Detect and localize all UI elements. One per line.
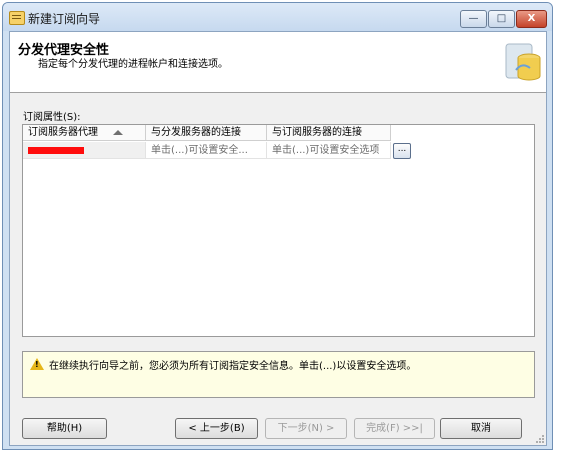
wizard-header: 分发代理安全性 指定每个分发代理的进程帐户和连接选项。 — [10, 32, 546, 93]
title-bar[interactable]: 新建订阅向导 — □ X — [3, 3, 552, 31]
close-button[interactable]: X — [516, 10, 547, 28]
subscription-properties-grid[interactable]: 订阅服务器代理 与分发服务器的连接 与订阅服务器的连接 单击(...)可设置安全… — [22, 124, 535, 337]
minimize-button[interactable]: — — [460, 10, 487, 28]
wizard-client-area: 分发代理安全性 指定每个分发代理的进程帐户和连接选项。 订阅属性(S): 订阅服… — [9, 31, 547, 446]
back-button[interactable]: < 上一步(B) — [175, 418, 258, 439]
resize-grip-icon[interactable] — [535, 434, 545, 444]
wizard-app-icon — [9, 11, 25, 25]
warning-message: 在继续执行向导之前，您必须为所有订阅指定安全信息。单击(...)以设置安全选项。 — [49, 361, 417, 372]
wizard-body: 订阅属性(S): 订阅服务器代理 与分发服务器的连接 与订阅服务器的连接 单击(… — [10, 93, 546, 445]
table-row-agent-cell[interactable] — [23, 142, 146, 159]
warning-icon: ! — [30, 358, 44, 370]
finish-button[interactable]: 完成(F) >>| — [354, 418, 435, 439]
help-button[interactable]: 帮助(H) — [22, 418, 107, 439]
column-header-subscriber-agent[interactable]: 订阅服务器代理 — [23, 125, 146, 141]
grid-header-row: 订阅服务器代理 与分发服务器的连接 与订阅服务器的连接 — [23, 125, 534, 142]
table-row-subscriber-connection-cell[interactable]: 单击(...)可设置安全选项 — [267, 142, 391, 159]
subscription-properties-label: 订阅属性(S): — [23, 112, 81, 123]
column-header-subscriber-connection[interactable]: 与订阅服务器的连接 — [267, 125, 391, 141]
redacted-agent-name — [28, 147, 84, 154]
set-security-ellipsis-button[interactable]: ... — [393, 143, 411, 159]
warning-panel: ! 在继续执行向导之前，您必须为所有订阅指定安全信息。单击(...)以设置安全选… — [22, 351, 535, 398]
window-title: 新建订阅向导 — [28, 12, 101, 26]
table-row-distributor-connection-cell[interactable]: 单击(...)可设置安全... — [146, 142, 267, 159]
page-subtitle: 指定每个分发代理的进程帐户和连接选项。 — [38, 59, 228, 70]
maximize-button[interactable]: □ — [488, 10, 515, 28]
next-button[interactable]: 下一步(N) > — [265, 418, 347, 439]
database-sync-icon — [505, 43, 541, 81]
cancel-button[interactable]: 取消 — [440, 418, 522, 439]
wizard-window: 新建订阅向导 — □ X 分发代理安全性 指定每个分发代理的进程帐户和连接选项。… — [2, 2, 553, 450]
column-header-label: 订阅服务器代理 — [28, 127, 98, 138]
sort-ascending-icon — [113, 130, 123, 135]
column-header-distributor-connection[interactable]: 与分发服务器的连接 — [146, 125, 267, 141]
